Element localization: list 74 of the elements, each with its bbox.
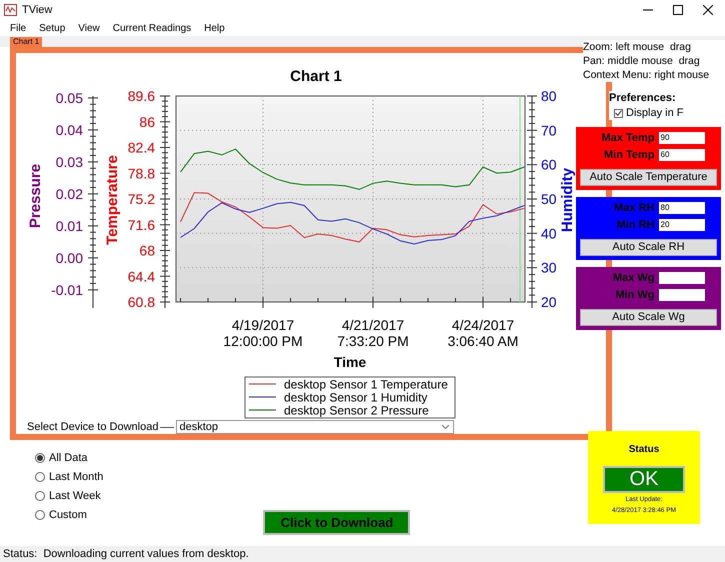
chart-title: Chart 1 [290, 68, 342, 85]
check-icon [615, 110, 622, 116]
input-field[interactable]: 60 [658, 149, 704, 161]
menu-item[interactable]: Current Readings [112, 20, 192, 36]
download-button[interactable]: Click to Download [263, 510, 410, 535]
legend-label: desktop Sensor 1 Temperature [284, 378, 448, 392]
close-icon[interactable] [703, 5, 713, 15]
hint-text: Zoom: left mouse drag [583, 40, 725, 54]
field-label: Max RH [613, 200, 654, 216]
auto-scale-button[interactable]: Auto Scale RH [580, 239, 717, 256]
axis-tick-label: 75.2 [128, 191, 155, 207]
menu-item[interactable]: Setup [39, 20, 66, 36]
status-indicator: OK [603, 466, 685, 493]
device-select-label: Select Device to Download [27, 420, 158, 434]
status-title: Status [628, 444, 660, 456]
axis-title: Pressure [27, 164, 44, 228]
field-label: Max Wg [612, 270, 654, 286]
chevron-down-icon [442, 425, 450, 429]
radio-option[interactable]: Last Month [35, 470, 104, 484]
axis-tick-label: 89.6 [128, 88, 155, 104]
radio-option[interactable]: Last Week [35, 489, 104, 503]
axis-tick-label: 60 [541, 156, 557, 173]
input-field[interactable]: 90 [658, 132, 704, 144]
axis-tick-label: 4/19/2017 12:00:00 PM [223, 317, 303, 349]
window-title: TView [22, 2, 52, 18]
axis-tick-label: 20 [541, 294, 557, 310]
axis-tick-label: 40 [541, 225, 557, 242]
axis-tick-label: 0.04 [56, 122, 83, 138]
axis-tick-label: 64.4 [128, 268, 155, 284]
input-field[interactable]: 80 [658, 202, 704, 214]
axis-tick-label: 0.00 [56, 250, 83, 266]
axis-tick-label: 4/21/2017 7:33:20 PM [337, 317, 409, 349]
radio-option[interactable]: All Data [35, 451, 104, 465]
axis-tick-label: 0.03 [56, 154, 83, 170]
axis-tick-label: 50 [541, 191, 557, 207]
axis-tick-label: 80 [541, 88, 557, 104]
menu-item[interactable]: View [78, 20, 100, 36]
field-label: Max Temp [600, 130, 654, 146]
menu-item[interactable]: File [10, 20, 26, 36]
axis-tick-label: 60.8 [128, 294, 155, 310]
axis-tick-label: 70 [541, 122, 557, 138]
input-field[interactable]: 20 [658, 219, 704, 231]
axis-title: Humidity [559, 168, 576, 232]
axis-tick-label: 30 [541, 260, 557, 276]
app-logo-icon [4, 4, 17, 16]
axis-tick-label: 0.01 [56, 218, 83, 234]
axis-tick-label: -0.01 [51, 282, 83, 298]
menu-item[interactable]: Help [204, 20, 225, 36]
field-label: Min Wg [614, 288, 654, 303]
axis-title: Time [334, 354, 366, 370]
field-label: Min RH [616, 218, 654, 233]
axis-title: Temperature [104, 155, 121, 245]
maximize-icon[interactable] [673, 5, 683, 15]
axis-tick-label: 82.4 [128, 140, 155, 156]
input-field[interactable] [658, 289, 704, 301]
device-select[interactable]: desktop [176, 420, 454, 434]
legend-label: desktop Sensor 1 Humidity [284, 390, 428, 404]
axis-tick-label: 0.05 [56, 90, 83, 106]
radio-option[interactable]: Custom [35, 508, 104, 522]
status-bar: Status: Downloading current values from desktop. [0, 546, 725, 562]
legend-label: desktop Sensor 2 Pressure [284, 404, 429, 418]
preferences-title: Preferences: [609, 91, 677, 106]
auto-scale-button[interactable]: Auto Scale Temperature [580, 169, 717, 186]
axis-tick-label: 78.8 [128, 165, 155, 182]
axis-tick-label: 86 [139, 114, 155, 130]
axis-tick-label: 68 [139, 242, 155, 258]
tab[interactable]: Chart 1 [10, 37, 42, 47]
checkbox-option[interactable]: Display in F [609, 106, 684, 120]
axis-tick-label: 71.6 [128, 216, 155, 233]
auto-scale-button[interactable]: Auto Scale Wg [580, 309, 717, 326]
input-field[interactable] [658, 272, 704, 284]
axis-tick-label: 0.02 [56, 186, 83, 202]
field-label: Min Temp [602, 148, 654, 163]
axis-tick-label: 4/24/2017 3:06:40 AM [448, 317, 518, 349]
